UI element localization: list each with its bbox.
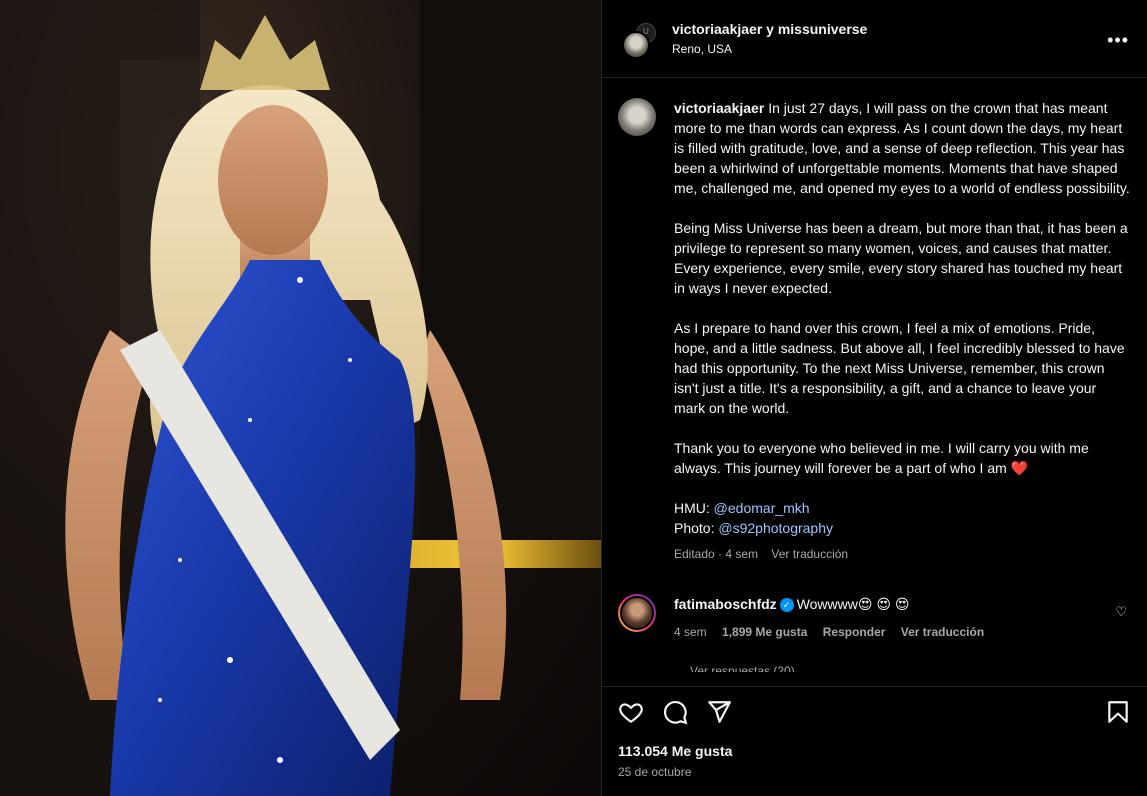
post-header: U victoriaakjaer y missuniverse Reno, US…	[602, 0, 1147, 78]
commenter-username[interactable]: fatimaboschfdz	[674, 596, 777, 612]
caption-username[interactable]: victoriaakjaer	[674, 100, 764, 116]
comment-likes[interactable]: 1,899 Me gusta	[722, 625, 807, 639]
caption-author-avatar[interactable]	[618, 98, 656, 136]
comment-like-heart-icon[interactable]: ♡	[1115, 604, 1127, 620]
caption-paragraph-2: Being Miss Universe has been a dream, bu…	[674, 220, 1128, 296]
caption-paragraph-4: Thank you to everyone who believed in me…	[674, 440, 1089, 476]
comment-reply-button[interactable]: Responder	[823, 625, 886, 639]
commenter-avatar[interactable]	[618, 594, 656, 632]
caption-paragraph-3: As I prepare to hand over this crown, I …	[674, 320, 1125, 416]
comments-scroll-area[interactable]: victoriaakjaer In just 27 days, I will p…	[602, 78, 1147, 686]
comment-text: Wowwww😍 😍 😍	[796, 596, 910, 612]
post-authors[interactable]: victoriaakjaer y missuniverse	[672, 21, 867, 37]
comment-icon[interactable]	[662, 699, 688, 725]
caption-edited-time: Editado · 4 sem	[674, 547, 759, 561]
portrait-illustration	[0, 0, 601, 796]
post-location[interactable]: Reno, USA	[672, 42, 867, 56]
collab-avatars[interactable]: U	[618, 19, 658, 59]
heart-icon[interactable]	[618, 699, 644, 725]
hmu-mention-link[interactable]: @edomar_mkh	[714, 500, 810, 516]
verified-badge-icon: ✓	[779, 598, 794, 613]
more-horizontal-icon[interactable]: •••	[1107, 30, 1129, 51]
bookmark-icon[interactable]	[1105, 699, 1131, 725]
post-caption: victoriaakjaer In just 27 days, I will p…	[618, 98, 1131, 564]
victoriaakjaer-avatar[interactable]	[622, 30, 650, 59]
post-detail-panel: U victoriaakjaer y missuniverse Reno, US…	[601, 0, 1147, 796]
comment-translate-link[interactable]: Ver traducción	[901, 625, 984, 639]
photo-mention-link[interactable]: @s92photography	[718, 520, 833, 536]
post-like-count[interactable]: 113.054 Me gusta	[618, 743, 1131, 759]
hmu-label: HMU:	[674, 500, 714, 516]
share-icon[interactable]	[706, 699, 732, 725]
post-image[interactable]	[0, 0, 601, 796]
caption-translate-link[interactable]: Ver traducción	[771, 547, 848, 561]
comment-time: 4 sem	[674, 625, 707, 639]
comment-item: fatimaboschfdz ✓ Wowwww😍 😍 😍 4 sem 1,899 M…	[618, 594, 1131, 642]
view-replies-link[interactable]: Ver respuestas (20)	[690, 664, 1131, 672]
photo-label: Photo:	[674, 520, 719, 536]
post-date: 25 de octubre	[618, 765, 692, 779]
post-actions: 113.054 Me gusta 25 de octubre	[602, 686, 1147, 796]
